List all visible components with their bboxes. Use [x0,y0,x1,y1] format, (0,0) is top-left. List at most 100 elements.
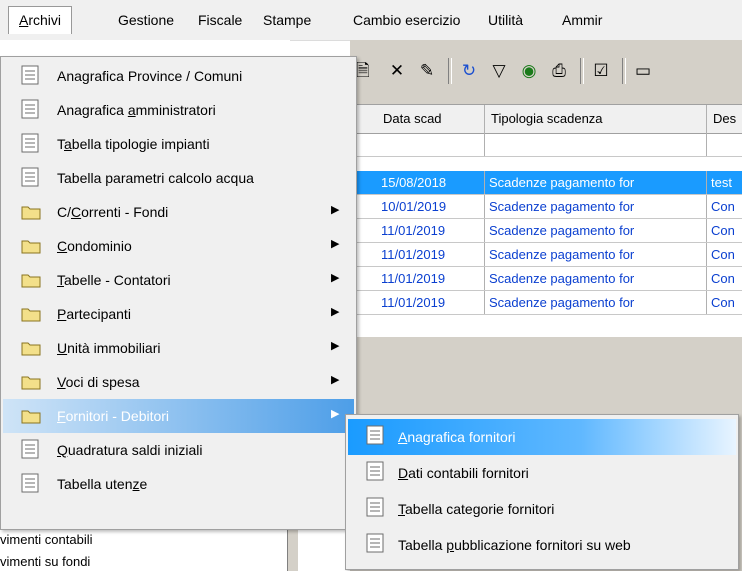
tree-item-movimenti-su-fondi[interactable]: vimenti su fondi [0,554,90,569]
menu-item-partecipanti[interactable]: Partecipanti ▶ [3,297,354,331]
cell-date[interactable]: 15/08/2018 [377,171,485,194]
table-row[interactable]: 15/08/2018 Scadenze pagamento for test [355,171,742,195]
submenu-item-label: Anagrafica fornitori [398,429,516,445]
menu-item-label: Tabella tipologie impianti [57,136,210,152]
column-header-descrizione[interactable]: Des [707,105,742,133]
grid-cell[interactable] [377,133,485,156]
menu-item-label: Partecipanti [57,306,131,322]
column-header-tipologia[interactable]: Tipologia scadenza [485,105,707,133]
table-row[interactable]: 11/01/2019 Scadenze pagamento for Con [355,267,742,291]
menu-item-anagrafica-province-comuni[interactable]: Anagrafica Province / Comuni [3,59,354,93]
table-row[interactable]: 10/01/2019 Scadenze pagamento for Con [355,195,742,219]
pane-splitter[interactable] [287,530,299,571]
menu-item-label: Unità immobiliari [57,340,161,356]
menu-item-unita-immobiliari[interactable]: Unità immobiliari ▶ [3,331,354,365]
grid-cell[interactable] [485,133,707,156]
menu-gestione[interactable]: Gestione [110,10,182,30]
cell-type[interactable]: Scadenze pagamento for [485,171,707,194]
document-icon [366,461,384,481]
cell-desc[interactable]: test [707,171,742,194]
menu-utilita[interactable]: Utilità [480,10,531,30]
menu-item-tabella-tipologie-impianti[interactable]: Tabella tipologie impianti [3,127,354,161]
cell-date[interactable]: 10/01/2019 [377,195,485,218]
menu-item-fornitori-debitori[interactable]: Fornitori - Debitori ▶ [3,399,354,433]
submenu-item-tabella-categorie-fornitori[interactable]: Tabella categorie fornitori [348,491,736,527]
document-icon [21,167,39,187]
cell-type[interactable]: Scadenze pagamento for [485,291,707,314]
menu-item-quadratura-saldi-iniziali[interactable]: Quadratura saldi iniziali [3,433,354,467]
cell-type[interactable]: Scadenze pagamento for [485,267,707,290]
menu-item-label: Tabella utenze [57,476,148,492]
cell-date[interactable]: 11/01/2019 [377,267,485,290]
grid-cell[interactable] [707,133,742,156]
globe-icon[interactable]: ◉ [518,60,540,82]
submenu-item-label: Dati contabili fornitori [398,465,529,481]
menu-item-condominio[interactable]: Condominio ▶ [3,229,354,263]
tree-item-movimenti-contabili[interactable]: vimenti contabili [0,532,93,547]
menu-item-label: Quadratura saldi iniziali [57,442,203,458]
cell-type[interactable]: Scadenze pagamento for [485,243,707,266]
menu-item-anagrafica-amministratori[interactable]: Anagrafica amministratori [3,93,354,127]
cell-desc[interactable]: Con [707,195,742,218]
menu-item-label: Anagrafica Province / Comuni [57,68,243,84]
submenu-item-tabella-pubblicazione-web[interactable]: Tabella pubblicazione fornitori su web [348,527,736,563]
menu-amministrazione[interactable]: Ammir [554,10,610,30]
cell-date[interactable]: 11/01/2019 [377,219,485,242]
document-icon [366,533,384,553]
checklist-icon[interactable]: ☑ [590,60,612,82]
menu-archivi[interactable]: Archivi [8,6,73,34]
menu-item-tabelle-contatori[interactable]: Tabelle - Contatori ▶ [3,263,354,297]
menu-stampe[interactable]: Stampe [255,10,319,30]
menu-item-tabella-parametri-acqua[interactable]: Tabella parametri calcolo acqua [3,161,354,195]
cell-type[interactable]: Scadenze pagamento for [485,219,707,242]
submenu-arrow-icon: ▶ [331,204,340,216]
menu-item-conti-correnti-fondi[interactable]: C/Correnti - Fondi ▶ [3,195,354,229]
document-icon [21,99,39,119]
deadlines-grid[interactable]: Data scad Tipologia scadenza Des 15/08/2… [355,104,742,337]
submenu-item-anagrafica-fornitori[interactable]: Anagrafica fornitori [348,419,736,455]
edit-note-icon[interactable]: ✎ [416,60,438,82]
print-icon[interactable]: ⎙ [548,60,570,82]
refresh-icon[interactable]: ↻ [458,60,480,82]
cell-desc[interactable]: Con [707,243,742,266]
menu-item-label: Voci di spesa [57,374,140,390]
folder-icon [21,206,41,220]
submenu-item-dati-contabili-fornitori[interactable]: Dati contabili fornitori [348,455,736,491]
cell-date[interactable]: 11/01/2019 [377,243,485,266]
toolbar-separator [448,58,452,84]
document-icon [21,133,39,153]
table-row[interactable]: 11/01/2019 Scadenze pagamento for Con [355,291,742,315]
delete-icon[interactable]: ✕ [386,60,408,82]
menu-item-tabella-utenze[interactable]: Tabella utenze [3,467,354,501]
menu-fiscale[interactable]: Fiscale [190,10,250,30]
table-row[interactable]: 11/01/2019 Scadenze pagamento for Con [355,243,742,267]
document-icon [366,425,384,445]
submenu-arrow-icon: ▶ [331,306,340,318]
cell-date[interactable]: 11/01/2019 [377,291,485,314]
cell-desc[interactable]: Con [707,291,742,314]
menu-cambio-esercizio[interactable]: Cambio esercizio [345,10,468,30]
submenu-item-label: Tabella categorie fornitori [398,501,555,517]
menu-item-label: Fornitori - Debitori [57,408,170,424]
menu-item-label: Tabelle - Contatori [57,272,171,288]
menu-bar: Archivi Gestione Fiscale Stampe Cambio e… [0,0,742,41]
submenu-item-label: Tabella pubblicazione fornitori su web [398,537,631,553]
menu-item-label: Tabella parametri calcolo acqua [57,170,254,186]
grid-new-row[interactable] [355,133,742,157]
folder-icon [21,410,41,424]
cell-type[interactable]: Scadenze pagamento for [485,195,707,218]
toolbar-separator [622,58,626,84]
folder-icon [21,274,41,288]
window-icon[interactable]: ▭ [632,60,654,82]
table-row[interactable]: 11/01/2019 Scadenze pagamento for Con [355,219,742,243]
column-header-data-scad[interactable]: Data scad [377,105,485,133]
submenu-arrow-icon: ▶ [331,340,340,352]
menu-item-voci-di-spesa[interactable]: Voci di spesa ▶ [3,365,354,399]
filter-icon[interactable]: ▽ [488,60,510,82]
submenu-arrow-icon: ▶ [331,272,340,284]
document-icon [366,497,384,517]
cell-desc[interactable]: Con [707,267,742,290]
menu-item-label: C/Correnti - Fondi [57,204,169,220]
toolbar-separator [580,58,584,84]
cell-desc[interactable]: Con [707,219,742,242]
